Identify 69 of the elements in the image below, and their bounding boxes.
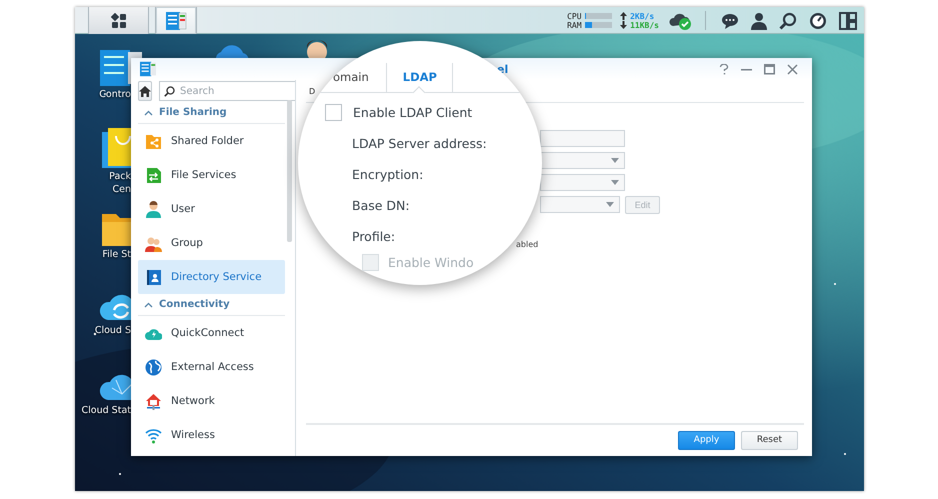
widgets-icon[interactable] <box>839 12 857 30</box>
group-icon <box>145 234 162 252</box>
contact-book-icon <box>145 268 162 286</box>
section-header[interactable]: File Sharing <box>138 102 285 124</box>
checkbox-label: Enable Windo <box>388 254 474 270</box>
home-icon <box>139 86 151 96</box>
control-panel-icon <box>165 10 187 30</box>
cpu-label: CPU <box>567 12 583 20</box>
sidebar-item[interactable]: User <box>138 192 285 226</box>
maximize-icon[interactable] <box>764 64 775 74</box>
home-button[interactable] <box>138 81 152 101</box>
dropdown-arrow-icon <box>611 180 619 185</box>
dropdown-field[interactable] <box>540 174 625 191</box>
sidebar-item[interactable]: Directory Service <box>138 260 285 294</box>
reset-button[interactable]: Reset <box>741 430 798 450</box>
sidebar-item[interactable]: Shared Folder <box>138 124 285 158</box>
dropdown-field[interactable] <box>540 152 625 169</box>
ram-meter <box>585 22 612 28</box>
field-label: Base DN: <box>352 198 410 213</box>
download-speed: 11KB/s <box>630 20 659 30</box>
checkbox-label: Enable LDAP Client <box>353 104 472 120</box>
dropdown-arrow-icon <box>611 158 619 163</box>
control-panel-taskbar-button[interactable] <box>155 7 197 34</box>
sidebar-item[interactable]: Network <box>138 384 285 418</box>
field-label: Encryption: <box>352 167 424 182</box>
desktop-icon-label[interactable]: Cloud Stat <box>82 404 131 417</box>
desktop-icon-label[interactable]: Pack Cen <box>109 170 131 196</box>
main-menu-button[interactable] <box>88 7 149 34</box>
status-text: abled <box>516 240 538 249</box>
field-label: LDAP Server address: <box>352 136 487 151</box>
section-title: Connectivity <box>159 299 230 310</box>
file-arrows-icon <box>145 166 162 184</box>
sidebar-item[interactable]: File Services <box>138 158 285 192</box>
cpu-meter <box>585 13 612 19</box>
upload-speed: 2KB/s <box>630 12 654 20</box>
dropdown-field[interactable] <box>540 196 620 213</box>
desktop-icon-label[interactable]: Cloud S <box>94 324 131 337</box>
globe-icon <box>145 358 162 376</box>
sidebar-item[interactable]: Wireless <box>138 418 285 452</box>
user-icon <box>145 200 162 218</box>
dropdown-arrow-icon <box>606 202 614 207</box>
chat-icon[interactable] <box>721 12 739 30</box>
text-field[interactable] <box>540 130 625 147</box>
sidebar-item[interactable]: QuickConnect <box>138 316 285 350</box>
desktop-icon-label[interactable]: File St <box>102 248 131 261</box>
shared-folder-icon <box>145 132 162 150</box>
upload-arrow-icon <box>620 12 628 20</box>
ram-label: RAM <box>567 20 583 30</box>
grid-icon <box>110 12 126 28</box>
tab[interactable]: omain <box>329 63 387 92</box>
search-icon <box>164 86 175 97</box>
sidebar-item[interactable]: External Access <box>138 350 285 384</box>
user-icon[interactable] <box>751 12 767 30</box>
search-field[interactable]: Search <box>159 81 295 101</box>
checkbox[interactable] <box>325 104 342 120</box>
download-arrow-icon <box>620 21 628 29</box>
field-label: Profile: <box>352 229 396 244</box>
scrollbar[interactable] <box>287 100 292 242</box>
home-network-icon <box>145 392 162 410</box>
search-icon[interactable] <box>779 12 797 30</box>
desktop-icon-label[interactable]: Contro <box>99 88 131 101</box>
sidebar-item[interactable]: Group <box>138 226 285 260</box>
help-icon[interactable] <box>719 64 729 74</box>
section-header[interactable]: Connectivity <box>138 294 285 316</box>
section-title: File Sharing <box>159 107 227 118</box>
tab-label[interactable]: D <box>309 86 316 96</box>
wifi-icon <box>145 426 162 444</box>
gauge-icon[interactable] <box>809 12 827 30</box>
close-icon[interactable] <box>787 64 798 74</box>
